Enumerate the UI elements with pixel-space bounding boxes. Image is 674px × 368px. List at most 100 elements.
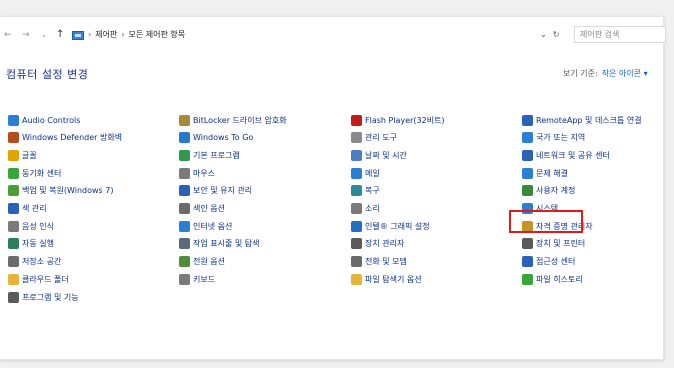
- view-by: 보기 기준: 작은 아이콘 ▾: [563, 68, 648, 79]
- control-panel-item-label: Audio Controls: [22, 115, 81, 125]
- control-panel-item[interactable]: 클라우드 폴더: [8, 273, 69, 285]
- autoplay-icon: [8, 238, 19, 250]
- control-panel-item[interactable]: 문제 해결: [522, 167, 568, 179]
- control-panel-item[interactable]: 메일: [351, 167, 380, 179]
- control-panel-item-label: 복구: [365, 186, 380, 196]
- control-panel-item[interactable]: 파일 히스토리: [522, 273, 583, 285]
- page-title: 컴퓨터 설정 변경: [6, 68, 89, 81]
- control-panel-item[interactable]: 프로그램 및 기능: [8, 291, 79, 303]
- printer-icon: [522, 238, 533, 250]
- control-panel-item[interactable]: 음성 인식: [8, 220, 54, 232]
- control-panel-item-label: 날짜 및 시간: [365, 150, 407, 160]
- breadcrumb-separator-icon[interactable]: ›: [121, 28, 124, 42]
- refresh-icon[interactable]: ↻: [553, 28, 560, 42]
- control-panel-item-label: 소리: [365, 204, 380, 213]
- flag-icon: [179, 185, 190, 197]
- control-panel-item[interactable]: 기본 프로그램: [179, 149, 240, 161]
- control-panel-item[interactable]: 글꼴: [8, 149, 37, 161]
- control-panel-item[interactable]: 전화 및 모뎀: [351, 256, 407, 268]
- control-panel-item-label: 파일 히스토리: [536, 274, 583, 284]
- control-panel-icon: [72, 30, 84, 40]
- control-panel-item[interactable]: 백업 및 복원(Windows 7): [8, 185, 113, 197]
- control-panel-item[interactable]: Audio Controls: [8, 114, 80, 126]
- control-panel-item[interactable]: 장치 관리자: [351, 238, 404, 250]
- control-panel-item[interactable]: 동기화 센터: [8, 167, 61, 179]
- control-panel-item-label: RemoteApp 및 데스크톱 연결: [536, 115, 642, 125]
- control-panel-item[interactable]: 접근성 센터: [522, 256, 575, 268]
- breadcrumb-control-panel[interactable]: 제어판: [95, 28, 117, 42]
- breadcrumb[interactable]: › 제어판 › 모든 제어판 항목: [72, 28, 185, 42]
- control-panel-item[interactable]: RemoteApp 및 데스크톱 연결: [522, 114, 642, 126]
- view-by-label: 보기 기준:: [563, 69, 598, 78]
- control-panel-item-label: 사용자 계정: [536, 186, 576, 196]
- control-panel-item[interactable]: 날짜 및 시간: [351, 149, 407, 161]
- control-panel-item-label: 접근성 센터: [536, 257, 576, 267]
- sync-icon: [8, 167, 19, 179]
- network-icon: [522, 149, 533, 161]
- cloud-folder-icon: [8, 273, 19, 285]
- flash-icon: [351, 114, 362, 126]
- control-panel-item[interactable]: 복구: [351, 185, 380, 197]
- control-panel-item[interactable]: 키보드: [179, 273, 215, 285]
- control-panel-item[interactable]: 사용자 계정: [522, 185, 575, 197]
- back-arrow-icon[interactable]: ←: [4, 28, 12, 42]
- control-panel-item[interactable]: 파일 탐색기 옵션: [351, 273, 422, 285]
- microphone-icon: [8, 220, 19, 232]
- control-panel-item[interactable]: 마우스: [179, 167, 215, 179]
- control-panel-item[interactable]: 관리 도구: [351, 132, 397, 144]
- admin-tools-icon: [351, 132, 362, 144]
- breadcrumb-separator-icon[interactable]: ›: [88, 28, 91, 42]
- control-panel-item[interactable]: Flash Player(32비트): [351, 114, 445, 126]
- control-panel-item[interactable]: 보안 및 유지 관리: [179, 185, 252, 197]
- breadcrumb-all-items[interactable]: 모든 제어판 항목: [129, 28, 186, 42]
- color-management-icon: [8, 203, 19, 214]
- control-panel-item[interactable]: 소리: [351, 203, 380, 215]
- up-arrow-icon[interactable]: ↑: [56, 28, 64, 42]
- control-panel-item[interactable]: 전원 옵션: [179, 256, 225, 268]
- control-panel-item[interactable]: 작업 표시줄 및 탐색: [179, 238, 260, 250]
- control-panel-item[interactable]: 국가 또는 지역: [522, 132, 585, 144]
- forward-arrow-icon[interactable]: →: [22, 28, 30, 42]
- control-panel-item-label: 국가 또는 지역: [536, 133, 586, 143]
- control-panel-item[interactable]: Windows To Go: [179, 132, 253, 144]
- control-panel-item-label: 전원 옵션: [193, 257, 225, 267]
- recent-locations-chevron-icon[interactable]: ⌄: [41, 28, 47, 42]
- control-panel-item[interactable]: Windows Defender 방화벽: [8, 132, 122, 144]
- remoteapp-icon: [522, 114, 533, 126]
- control-panel-item[interactable]: 색 관리: [8, 203, 47, 215]
- search-input[interactable]: 제어판 검색: [574, 26, 666, 43]
- control-panel-item[interactable]: 장치 및 프린터: [522, 238, 585, 250]
- control-panel-item-label: 프로그램 및 기능: [22, 292, 79, 302]
- control-panel-item[interactable]: 색인 옵션: [179, 203, 225, 215]
- power-icon: [179, 256, 190, 268]
- control-panel-item-label: 인텔® 그래픽 설정: [365, 221, 430, 231]
- backup-icon: [8, 185, 19, 197]
- control-panel-item-label: 파일 탐색기 옵션: [365, 274, 422, 284]
- user-accounts-icon: [522, 185, 533, 197]
- file-history-icon: [522, 273, 533, 285]
- control-panel-item-label: Windows To Go: [193, 133, 254, 143]
- control-panel-item[interactable]: 인터넷 옵션: [179, 220, 232, 232]
- indexing-icon: [179, 203, 190, 214]
- folder-options-icon: [351, 273, 362, 285]
- control-panel-item-label: 음성 인식: [22, 221, 54, 231]
- control-panel-item-label: Flash Player(32비트): [365, 115, 445, 125]
- control-panel-item-label: 관리 도구: [365, 133, 397, 143]
- control-panel-item-label: 백업 및 복원(Windows 7): [22, 186, 114, 196]
- programs-icon: [8, 291, 19, 303]
- address-dropdown-chevron-icon[interactable]: ⌄: [540, 28, 547, 42]
- control-panel-item[interactable]: 저장소 공간: [8, 256, 61, 268]
- control-panel-item[interactable]: 네트워크 및 공유 센터: [522, 149, 610, 161]
- control-panel-item-label: 색인 옵션: [193, 204, 225, 213]
- control-panel-item[interactable]: 인텔® 그래픽 설정: [351, 220, 430, 232]
- control-panel-item-label: 메일: [365, 168, 380, 178]
- control-panel-item-label: Windows Defender 방화벽: [22, 133, 123, 143]
- control-panel-item[interactable]: BitLocker 드라이브 암호화: [179, 114, 287, 126]
- phone-icon: [351, 256, 362, 268]
- font-icon: [8, 149, 19, 161]
- view-by-dropdown[interactable]: 작은 아이콘 ▾: [602, 69, 648, 78]
- control-panel-item[interactable]: 자동 실행: [8, 238, 54, 250]
- system-highlight-box: [509, 210, 583, 233]
- control-panel-item-label: 글꼴: [22, 150, 37, 160]
- mail-icon: [351, 167, 362, 179]
